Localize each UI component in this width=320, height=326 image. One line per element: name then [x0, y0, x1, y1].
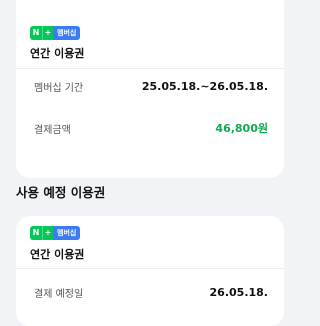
payment-amount-row: 결제금액 46,800원 — [34, 120, 268, 136]
badge-label: 멤버십 — [53, 26, 81, 40]
naver-n-icon: N — [30, 226, 42, 240]
plus-icon: + — [42, 226, 53, 240]
current-pass-card: N + 멤버십 연간 이용권 멤버십 기간 25.05.18.~26.05.18… — [16, 0, 284, 178]
naver-n-icon: N — [30, 26, 42, 40]
badge-label: 멤버십 — [53, 226, 81, 240]
membership-period-row: 멤버십 기간 25.05.18.~26.05.18. — [34, 78, 268, 94]
scheduled-pass-heading: 사용 예정 이용권 — [16, 185, 106, 200]
membership-period-value: 25.05.18.~26.05.18. — [141, 79, 268, 93]
pass-title: 연간 이용권 — [30, 248, 85, 261]
payment-amount-value: 46,800원 — [215, 122, 268, 135]
scheduled-payment-date-value: 26.05.18. — [209, 285, 268, 299]
plus-icon: + — [42, 26, 53, 40]
membership-period-label: 멤버십 기간 — [34, 82, 84, 94]
pass-title: 연간 이용권 — [30, 47, 85, 60]
payment-amount-label: 결제금액 — [34, 124, 71, 136]
divider — [16, 268, 284, 269]
naver-plus-membership-badge: N + 멤버십 — [30, 226, 81, 240]
scheduled-payment-date-label: 결제 예정일 — [34, 288, 84, 300]
naver-plus-membership-badge: N + 멤버십 — [30, 26, 81, 40]
scheduled-pass-card: N + 멤버십 연간 이용권 결제 예정일 26.05.18. — [16, 216, 284, 326]
scheduled-payment-date-row: 결제 예정일 26.05.18. — [34, 284, 268, 300]
divider — [16, 68, 284, 69]
